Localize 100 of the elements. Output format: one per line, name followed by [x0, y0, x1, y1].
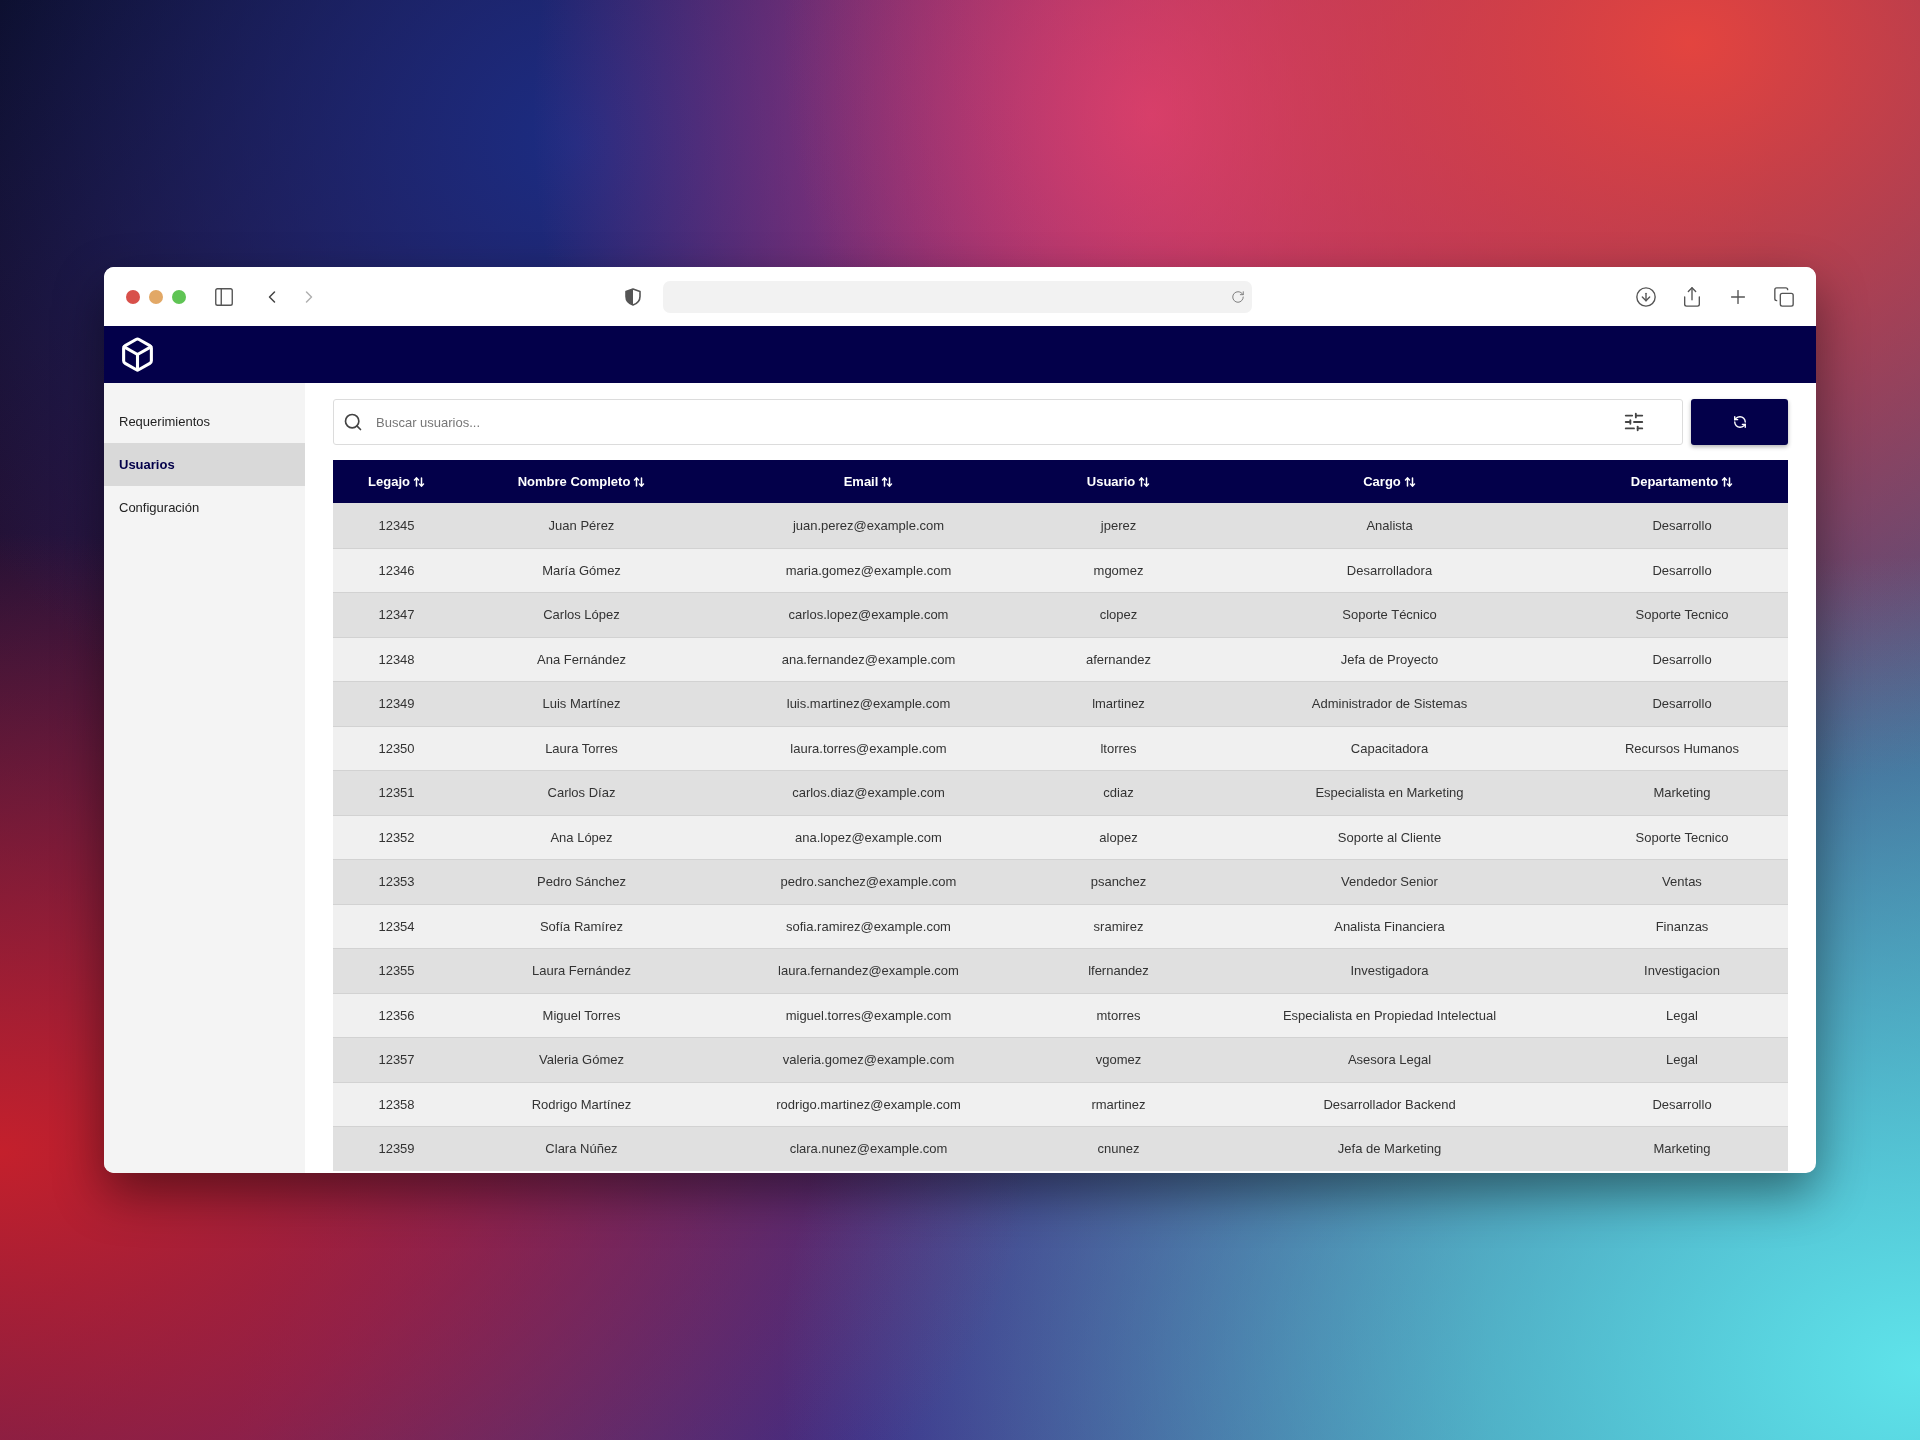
table-cell-text: Desarrollo	[1652, 516, 1712, 535]
sidebar-item[interactable]: Requerimientos	[104, 400, 305, 443]
table-cell-text: psanchez	[1090, 873, 1147, 891]
table-cell-text: Administrador de Sistemas	[1311, 695, 1468, 713]
sort-icon	[881, 475, 894, 488]
column-header[interactable]: Cargo	[1203, 460, 1576, 503]
window-close-icon[interactable]	[126, 289, 140, 304]
filter-sliders-icon[interactable]	[1623, 411, 1645, 433]
table-cell-text: Legal	[1666, 1006, 1698, 1025]
table-cell-text: lmartinez	[1092, 695, 1145, 713]
table-cell-text: Desarrollo	[1652, 695, 1712, 713]
table-cell-text: 12355	[378, 962, 415, 980]
table-cell-text: alopez	[1099, 828, 1138, 847]
table-cell-text: carlos.diaz@example.com	[792, 784, 945, 802]
table-cell-text: 12357	[378, 1051, 415, 1069]
table-cell-text: Especialista en Propiedad Intelectual	[1282, 1006, 1497, 1025]
table-cell-text: Carlos Díaz	[547, 784, 616, 802]
table-cell-text: Sofía Ramírez	[539, 917, 624, 936]
column-header[interactable]: Nombre Completo	[460, 460, 703, 503]
search-field[interactable]: Buscar usuarios...	[333, 399, 1683, 445]
table-cell-text: Desarrollo	[1652, 1095, 1712, 1114]
table-cell-text: cdiaz	[1103, 784, 1134, 802]
table-cell-text: Recursos Humanos	[1624, 739, 1740, 758]
table-cell-text: Asesora Legal	[1347, 1051, 1432, 1069]
column-header[interactable]: Departamento	[1576, 460, 1788, 503]
table-cell-text: Marketing	[1653, 1140, 1711, 1158]
table-cell-text: 12350	[378, 739, 415, 758]
table-cell-text: 12348	[378, 650, 415, 669]
table-cell-text: juan.perez@example.com	[792, 516, 945, 535]
table-cell-text: laura.fernandez@example.com	[778, 962, 959, 980]
download-icon[interactable]	[1635, 285, 1657, 308]
sidebar-item[interactable]: Configuración	[104, 486, 305, 529]
table-cell-text: 12345	[378, 516, 415, 535]
table-cell-text: Desarrollo	[1652, 650, 1712, 669]
sort-icon	[633, 475, 646, 488]
table-cell-text: Jefa de Marketing	[1337, 1140, 1442, 1158]
table-cell-text: Finanzas	[1655, 917, 1709, 936]
table-cell-text: Investigadora	[1350, 962, 1429, 980]
table-cell-text: lfernandez	[1088, 962, 1149, 980]
sort-icon	[1138, 475, 1151, 488]
table-cell-text: Soporte Tecnico	[1635, 606, 1729, 624]
table-cell-text: mgomez	[1093, 561, 1144, 580]
reload-icon[interactable]	[1231, 289, 1245, 304]
table-cell-text: Vendedor Senior	[1341, 873, 1438, 891]
table-cell-text: miguel.torres@example.com	[785, 1006, 952, 1025]
table-cell-text: afernandez	[1085, 650, 1152, 669]
table-cell-text: clopez	[1099, 606, 1138, 624]
table-cell-text: clara.nunez@example.com	[789, 1140, 948, 1158]
table-cell-text: María Gómez	[542, 561, 621, 580]
table-cell-text: 12346	[378, 561, 415, 580]
table-cell-text: rodrigo.martinez@example.com	[776, 1095, 961, 1114]
table-cell-text: 12349	[378, 695, 415, 713]
table-cell-text: Juan Pérez	[548, 516, 615, 535]
table-cell-text: Desarrollo	[1652, 561, 1712, 580]
sidebar-item[interactable]: Usuarios	[104, 443, 305, 486]
sort-icon	[1403, 475, 1416, 488]
column-header[interactable]: Email	[703, 460, 1034, 503]
table-cell-text: Luis Martínez	[542, 695, 621, 713]
column-header[interactable]: Usuario	[1034, 460, 1203, 503]
table-cell-text: laura.torres@example.com	[790, 739, 947, 758]
table-cell-text: mtorres	[1096, 1006, 1141, 1025]
table-cell-text: 12359	[378, 1140, 415, 1158]
table-cell-text: 12356	[378, 1006, 415, 1025]
table-cell-text: 12347	[378, 606, 415, 624]
table-cell-text: 12358	[378, 1095, 415, 1114]
table-cell-text: valeria.gomez@example.com	[782, 1051, 955, 1069]
sort-icon	[1721, 475, 1734, 488]
table-cell-text: 12352	[378, 828, 415, 847]
table-cell-text: Especialista en Marketing	[1315, 784, 1464, 802]
circular-arrow-icon	[1732, 415, 1747, 429]
table-cell-text: Miguel Torres	[542, 1006, 621, 1025]
table-cell-text: cnunez	[1097, 1140, 1140, 1158]
table-cell-text: 12353	[378, 873, 415, 891]
table-cell-text: Clara Núñez	[545, 1140, 618, 1158]
table-cell-text: ana.lopez@example.com	[795, 828, 942, 847]
table-cell-text: maria.gomez@example.com	[785, 561, 952, 580]
table-cell-text: Desarrolladora	[1346, 561, 1433, 580]
tabs-overview-icon[interactable]	[1773, 285, 1795, 308]
shield-icon[interactable]	[625, 287, 641, 306]
table-cell-text: ltorres	[1100, 739, 1137, 758]
share-icon[interactable]	[1681, 285, 1703, 308]
table-cell-text: pedro.sanchez@example.com	[780, 873, 957, 891]
column-header[interactable]: Legajo	[333, 460, 460, 503]
table-cell-text: Soporte Tecnico	[1635, 828, 1729, 847]
cube-logo-icon[interactable]	[119, 336, 156, 373]
table-cell-text: sramirez	[1093, 917, 1144, 936]
table-cell-text: Jefa de Proyecto	[1340, 650, 1439, 669]
table-cell-text: sofia.ramirez@example.com	[786, 917, 951, 936]
table-cell-text: Analista Financiera	[1334, 917, 1445, 936]
table-cell-text: 12351	[378, 784, 415, 802]
table-cell-text: Soporte al Cliente	[1337, 828, 1442, 847]
table-cell-text: Ventas	[1662, 873, 1702, 891]
table-cell-text: vgomez	[1095, 1051, 1142, 1069]
sidebar-toggle-icon[interactable]	[213, 285, 235, 308]
table-cell-text: Ana López	[550, 828, 613, 847]
table-cell-text: Legal	[1666, 1051, 1698, 1069]
table-cell-text: Valeria Gómez	[539, 1051, 624, 1069]
table-cell-text: Laura Torres	[545, 739, 618, 758]
table-cell-text: Capacitadora	[1350, 739, 1429, 758]
table-cell-text: Investigacion	[1644, 962, 1720, 980]
